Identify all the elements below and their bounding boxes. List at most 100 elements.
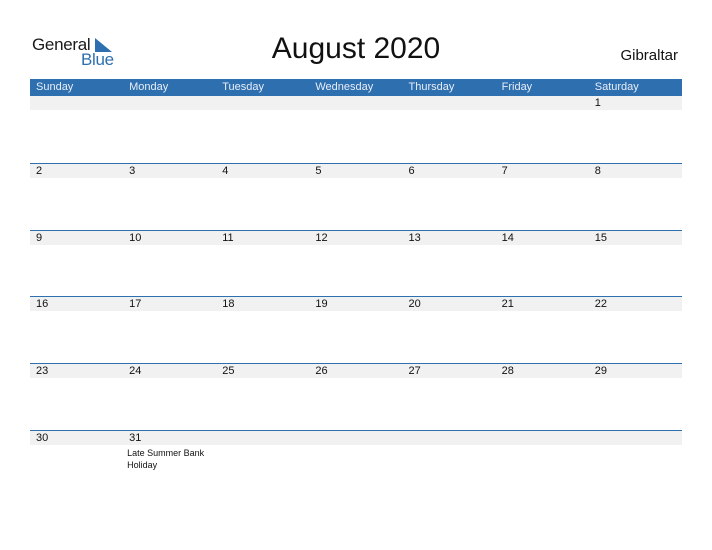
day-event <box>30 178 123 180</box>
day-number: 19 <box>315 298 328 311</box>
weekday-wednesday: Wednesday <box>315 81 374 93</box>
day-number: 16 <box>36 298 49 311</box>
day-event <box>123 311 216 313</box>
day-number: 4 <box>222 164 229 177</box>
day-event <box>589 378 682 380</box>
day-number: 22 <box>594 298 607 311</box>
weekday-thursday: Thursday <box>408 81 455 93</box>
day-event <box>589 110 682 112</box>
day-number <box>216 96 309 110</box>
day-event <box>496 178 589 180</box>
week-row: 30 31 Late Summer Bank Holiday <box>30 429 682 497</box>
date-strip: 2 3 4 5 6 7 8 <box>30 163 682 178</box>
day-number <box>309 431 402 445</box>
day-event <box>216 378 309 380</box>
day-event <box>403 311 496 313</box>
events-row <box>30 178 682 180</box>
day-number: 7 <box>501 164 508 177</box>
day-number: 21 <box>501 298 514 311</box>
day-event <box>403 378 496 380</box>
day-number: 20 <box>408 298 421 311</box>
day-event <box>496 110 589 112</box>
country-label: Gibraltar <box>620 47 678 64</box>
day-event <box>216 311 309 313</box>
date-strip: 16 17 18 19 20 21 22 <box>30 297 682 312</box>
day-number: 14 <box>501 231 514 244</box>
day-event <box>403 178 496 180</box>
date-strip: 23 24 25 26 27 28 29 <box>30 364 682 379</box>
day-number: 28 <box>501 365 514 378</box>
calendar-grid: Sunday Monday Tuesday Wednesday Thursday… <box>30 79 682 497</box>
day-event <box>589 311 682 313</box>
day-number <box>309 96 402 110</box>
day-number: 6 <box>408 164 415 177</box>
week-row: 2 3 4 5 6 7 8 <box>30 162 682 230</box>
day-number: 13 <box>408 231 421 244</box>
day-event <box>589 245 682 247</box>
day-number: 15 <box>594 231 607 244</box>
events-row <box>30 110 682 112</box>
weekday-sunday: Sunday <box>36 81 74 93</box>
day-event <box>496 245 589 247</box>
day-number: 29 <box>594 365 607 378</box>
events-row <box>30 311 682 313</box>
weekday-monday: Monday <box>129 81 169 93</box>
day-event <box>309 178 402 180</box>
week-row: 23 24 25 26 27 28 29 <box>30 363 682 430</box>
events-row <box>30 378 682 380</box>
day-number: 5 <box>315 164 322 177</box>
day-event <box>403 445 496 471</box>
day-event <box>123 178 216 180</box>
date-strip: 30 31 <box>30 430 682 445</box>
day-number: 17 <box>129 298 142 311</box>
day-number <box>589 431 682 445</box>
day-number: 11 <box>222 231 234 244</box>
day-event <box>589 178 682 180</box>
events-row <box>30 245 682 247</box>
day-event <box>309 311 402 313</box>
day-event <box>589 445 682 471</box>
day-number <box>403 96 496 110</box>
day-number: 25 <box>222 365 235 378</box>
day-number: 18 <box>222 298 235 311</box>
day-event <box>496 311 589 313</box>
day-number <box>496 96 589 110</box>
day-event <box>496 445 589 471</box>
day-number: 12 <box>315 231 328 244</box>
day-event <box>123 110 216 112</box>
day-event <box>496 378 589 380</box>
day-number: 26 <box>315 365 328 378</box>
day-event: Late Summer Bank Holiday <box>127 447 205 470</box>
day-number: 8 <box>594 164 601 177</box>
weekday-friday: Friday <box>501 81 533 93</box>
weekday-saturday: Saturday <box>594 81 639 93</box>
day-number: 10 <box>129 231 142 244</box>
weeks-container: 1 2 3 4 5 6 7 8 9 10 11 12 13 14 15 16 17 18 19 20 21 22 23 24 2… <box>30 96 682 497</box>
day-event <box>309 245 402 247</box>
day-number <box>123 96 216 110</box>
day-number <box>216 431 309 445</box>
day-number: 31 <box>129 431 142 444</box>
day-number: 23 <box>36 365 49 378</box>
day-number: 30 <box>36 431 49 444</box>
day-event <box>123 378 216 380</box>
day-event <box>309 445 402 471</box>
day-event <box>30 311 123 313</box>
weekday-header: Sunday Monday Tuesday Wednesday Thursday… <box>30 79 682 96</box>
day-event <box>30 245 123 247</box>
day-event <box>216 245 309 247</box>
day-event <box>123 245 216 247</box>
day-event <box>403 245 496 247</box>
week-row: 16 17 18 19 20 21 22 <box>30 296 682 363</box>
date-strip: 9 10 11 12 13 14 15 <box>30 230 682 245</box>
day-number: 27 <box>408 365 421 378</box>
day-number <box>30 96 123 110</box>
day-number: 1 <box>594 97 601 109</box>
weekday-tuesday: Tuesday <box>222 81 265 93</box>
day-number: 2 <box>36 164 43 177</box>
day-event <box>309 378 402 380</box>
day-number <box>496 431 589 445</box>
week-row: 9 10 11 12 13 14 15 <box>30 229 682 297</box>
events-row: Late Summer Bank Holiday <box>30 445 682 471</box>
day-event <box>30 378 123 380</box>
